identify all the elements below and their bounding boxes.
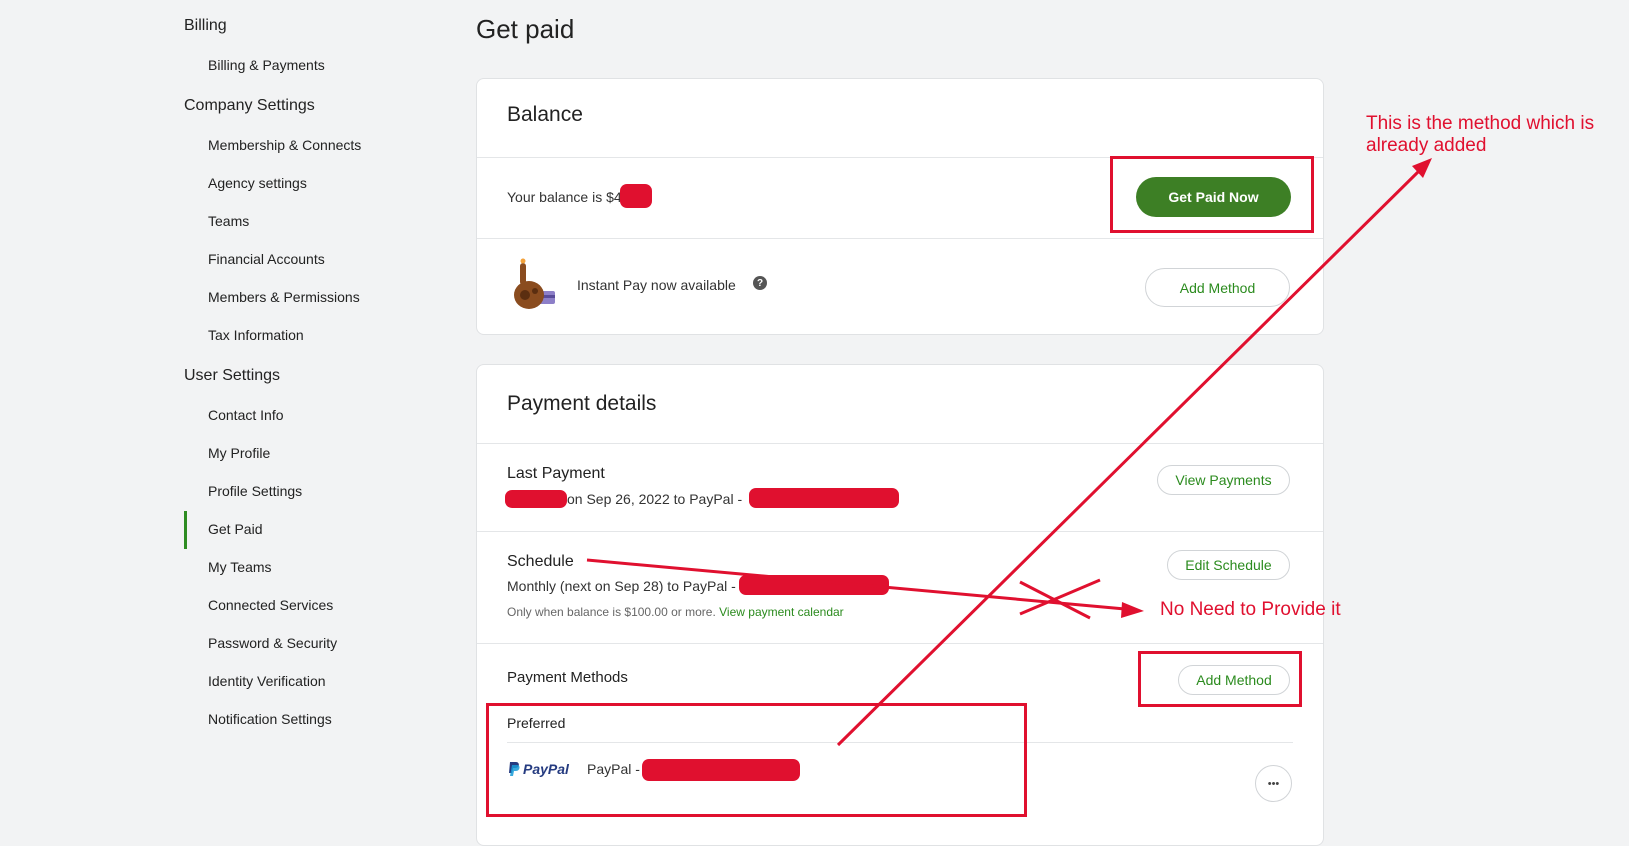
arrow-line-already-added <box>836 168 1422 747</box>
annotation-already-added: This is the method which is already adde… <box>1366 113 1595 156</box>
cross-mark-icon <box>1019 578 1101 616</box>
annotation-no-need: No Need to Provide it <box>1160 599 1341 620</box>
arrow-line-no-need <box>586 558 1126 611</box>
arrow-head-icon <box>1121 602 1144 618</box>
